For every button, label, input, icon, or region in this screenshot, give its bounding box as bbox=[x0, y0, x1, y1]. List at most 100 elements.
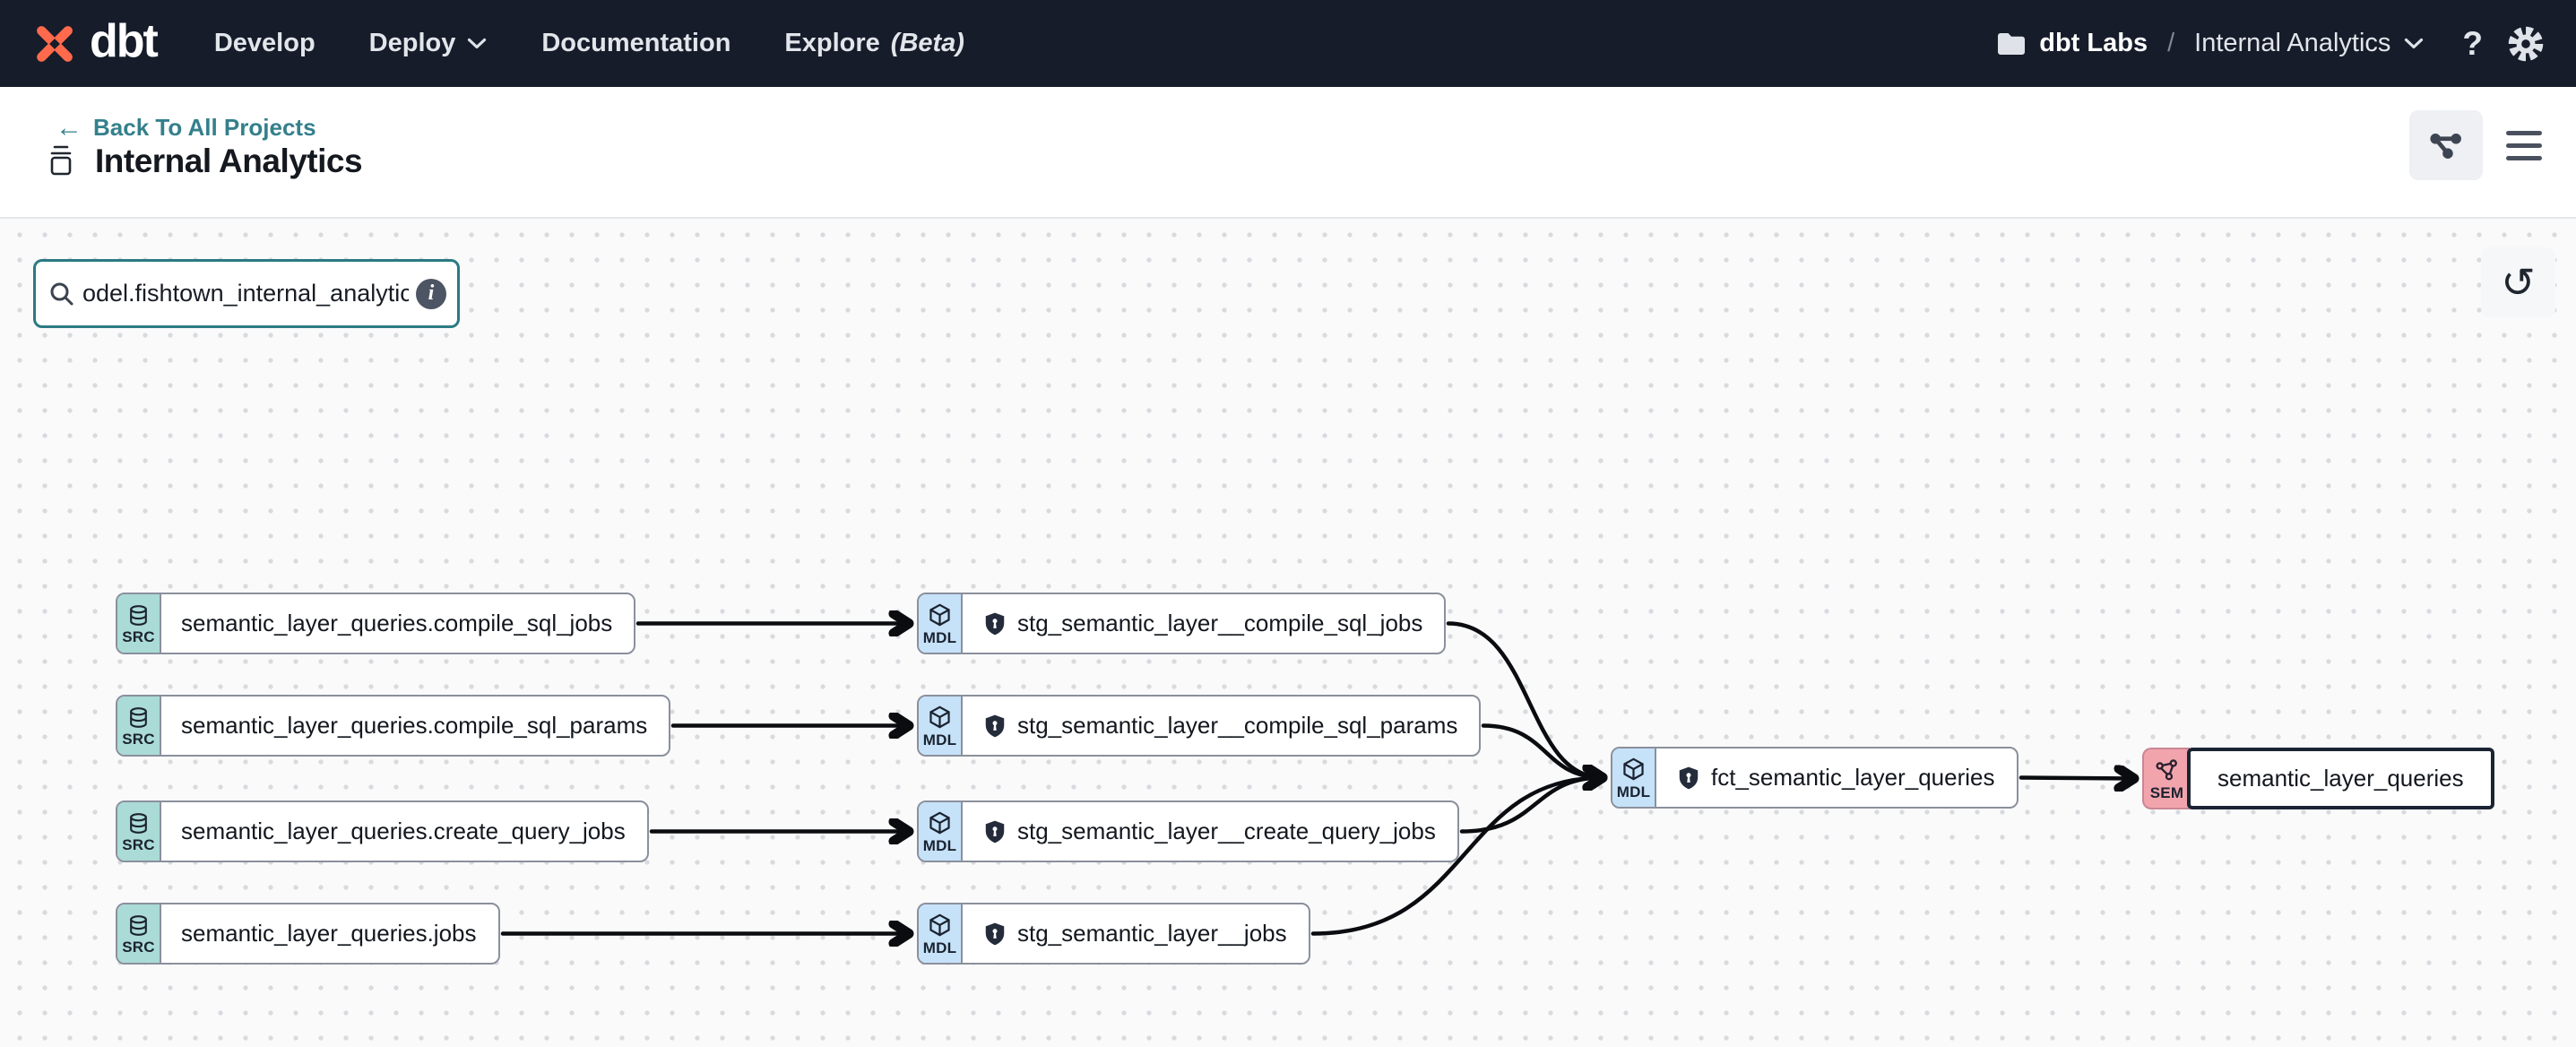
lineage-view-button[interactable] bbox=[2409, 110, 2483, 180]
nav-item-documentation[interactable]: Documentation bbox=[541, 29, 730, 58]
nav-item-beta-suffix: (Beta) bbox=[891, 29, 964, 58]
header-buttons bbox=[2409, 110, 2547, 180]
node-label: stg_semantic_layer__create_query_jobs bbox=[963, 802, 1457, 861]
node-label: stg_semantic_layer__compile_sql_params bbox=[963, 697, 1479, 755]
model-badge: MDL bbox=[919, 697, 963, 755]
source-badge: SRC bbox=[117, 904, 161, 963]
node-src-create-query-jobs[interactable]: SRC semantic_layer_queries.create_query_j… bbox=[116, 800, 649, 862]
badge-label: SRC bbox=[122, 629, 155, 645]
node-stg-create-query-jobs[interactable]: MDL stg_semantic_layer__create_query_jobs bbox=[917, 800, 1459, 862]
cube-icon bbox=[927, 705, 953, 731]
badge-label: SRC bbox=[122, 837, 155, 852]
help-icon[interactable]: ? bbox=[2462, 25, 2483, 63]
cube-icon bbox=[927, 602, 953, 628]
page-header: ← Back To All Projects Internal Analytic… bbox=[0, 87, 2576, 219]
lineage-search-box: i bbox=[33, 259, 460, 328]
dbt-logo[interactable]: dbt bbox=[30, 18, 157, 70]
account-org[interactable]: dbt Labs bbox=[1996, 29, 2148, 58]
database-icon bbox=[126, 913, 151, 938]
badge-label: SRC bbox=[122, 939, 155, 955]
node-src-compile-sql-jobs[interactable]: SRC semantic_layer_queries.compile_sql_jo… bbox=[116, 593, 635, 654]
source-badge: SRC bbox=[117, 802, 161, 861]
back-to-all-projects-link[interactable]: ← Back To All Projects bbox=[56, 114, 316, 142]
lineage-icon bbox=[2427, 127, 2465, 163]
nav-item-label: Develop bbox=[214, 29, 316, 58]
nav-item-deploy[interactable]: Deploy bbox=[369, 29, 488, 58]
semantic-badge: SEM bbox=[2142, 748, 2190, 809]
semantic-layer-icon bbox=[2154, 757, 2180, 783]
hamburger-menu-button[interactable] bbox=[2506, 110, 2547, 180]
account-org-label: dbt Labs bbox=[2039, 29, 2148, 58]
badge-label: MDL bbox=[923, 732, 956, 748]
node-stg-compile-sql-jobs[interactable]: MDL stg_semantic_layer__compile_sql_jobs bbox=[917, 593, 1446, 654]
contract-shield-icon bbox=[982, 611, 1007, 636]
nav-account-area: dbt Labs / Internal Analytics ? bbox=[1996, 24, 2546, 64]
chevron-down-icon bbox=[2403, 37, 2425, 50]
hamburger-bar bbox=[2506, 156, 2542, 160]
nav-item-label: Explore bbox=[784, 29, 879, 58]
badge-label: MDL bbox=[923, 838, 956, 853]
node-label: semantic_layer_queries.jobs bbox=[161, 904, 498, 963]
cube-icon bbox=[1621, 757, 1647, 783]
nav-item-label: Documentation bbox=[541, 29, 730, 58]
node-stg-compile-sql-params[interactable]: MDL stg_semantic_layer__compile_sql_param… bbox=[917, 695, 1481, 757]
lineage-canvas[interactable]: i ↺ SRCsemantic_layer_queries.compile_sq… bbox=[0, 219, 2576, 1047]
hamburger-bar bbox=[2506, 131, 2542, 135]
node-label: semantic_layer_queries bbox=[2187, 748, 2494, 809]
project-switcher-label: Internal Analytics bbox=[2194, 29, 2390, 58]
node-label: stg_semantic_layer__jobs bbox=[963, 904, 1309, 963]
gear-icon[interactable] bbox=[2506, 24, 2546, 64]
badge-label: MDL bbox=[1617, 784, 1650, 800]
model-badge: MDL bbox=[919, 594, 963, 653]
chevron-down-icon bbox=[466, 37, 488, 50]
model-badge: MDL bbox=[919, 904, 963, 963]
badge-label: SEM bbox=[2150, 785, 2183, 800]
node-label: semantic_layer_queries.create_query_jobs bbox=[161, 802, 647, 861]
back-link-label: Back To All Projects bbox=[93, 114, 316, 142]
project-switcher[interactable]: Internal Analytics bbox=[2194, 29, 2425, 58]
source-badge: SRC bbox=[117, 697, 161, 755]
nav-item-develop[interactable]: Develop bbox=[214, 29, 316, 58]
node-label: semantic_layer_queries.compile_sql_jobs bbox=[161, 594, 634, 653]
cube-icon bbox=[927, 913, 953, 939]
badge-label: MDL bbox=[923, 940, 956, 956]
database-icon bbox=[126, 603, 151, 627]
database-icon bbox=[126, 705, 151, 730]
top-nav: dbt Develop Deploy Documentation Explore (Be… bbox=[0, 0, 2576, 87]
project-icon bbox=[43, 143, 79, 180]
badge-label: MDL bbox=[923, 630, 956, 645]
node-fct-semantic-layer-queries[interactable]: MDL fct_semantic_layer_queries bbox=[1611, 747, 2018, 809]
model-badge: MDL bbox=[919, 802, 963, 861]
contract-shield-icon bbox=[982, 922, 1007, 947]
node-label: fct_semantic_layer_queries bbox=[1656, 748, 2017, 807]
dbt-logo-icon bbox=[30, 20, 79, 68]
database-icon bbox=[126, 811, 151, 835]
page-title: Internal Analytics bbox=[95, 143, 362, 180]
nav-menu: Develop Deploy Documentation Explore (Beta) bbox=[214, 29, 964, 58]
contract-shield-icon bbox=[982, 714, 1007, 739]
info-icon[interactable]: i bbox=[416, 279, 446, 309]
reset-icon: ↺ bbox=[2501, 258, 2536, 307]
node-label: stg_semantic_layer__compile_sql_jobs bbox=[963, 594, 1444, 653]
lineage-search-input[interactable] bbox=[82, 280, 409, 307]
folder-icon bbox=[1996, 30, 2027, 57]
title-row: Internal Analytics bbox=[43, 143, 362, 180]
breadcrumb-separator: / bbox=[2167, 29, 2174, 58]
hamburger-bar bbox=[2506, 143, 2542, 148]
node-src-jobs[interactable]: SRC semantic_layer_queries.jobs bbox=[116, 903, 500, 965]
back-arrow-icon: ← bbox=[56, 115, 82, 142]
dbt-logo-text: dbt bbox=[90, 18, 157, 70]
search-icon bbox=[48, 281, 75, 307]
node-sem-semantic-layer-queries[interactable]: SEM semantic_layer_queries bbox=[2142, 748, 2494, 809]
model-badge: MDL bbox=[1612, 748, 1656, 807]
node-stg-jobs[interactable]: MDL stg_semantic_layer__jobs bbox=[917, 903, 1310, 965]
cube-icon bbox=[927, 810, 953, 836]
contract-shield-icon bbox=[1676, 766, 1701, 791]
reset-view-button[interactable]: ↺ bbox=[2481, 247, 2555, 317]
contract-shield-icon bbox=[982, 819, 1007, 844]
nav-item-label: Deploy bbox=[369, 29, 456, 58]
node-src-compile-sql-params[interactable]: SRCsemantic_layer_queries.compile_sql_pa… bbox=[116, 695, 670, 757]
source-badge: SRC bbox=[117, 594, 161, 653]
nav-item-explore[interactable]: Explore (Beta) bbox=[784, 29, 964, 58]
node-label: semantic_layer_queries.compile_sql_param… bbox=[161, 697, 669, 755]
